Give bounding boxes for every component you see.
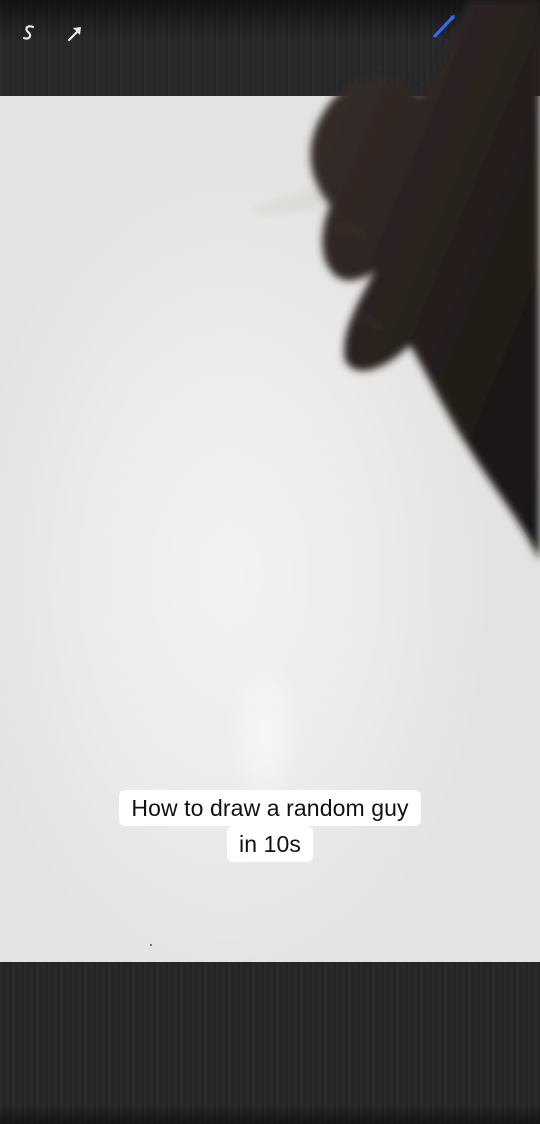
video-caption: How to draw a random guy in 10s [0,790,540,862]
device-bezel-bottom [0,962,540,1124]
caption-line-1: How to draw a random guy [119,790,421,826]
adjustments-icon[interactable] [18,22,40,44]
caption-line-2: in 10s [227,826,313,862]
app-toolbar [0,0,540,100]
brush-icon[interactable] [430,12,458,40]
selection-arrow-icon[interactable] [64,22,86,44]
video-frame: How to draw a random guy in 10s [0,0,540,1124]
canvas-speck [150,944,152,946]
